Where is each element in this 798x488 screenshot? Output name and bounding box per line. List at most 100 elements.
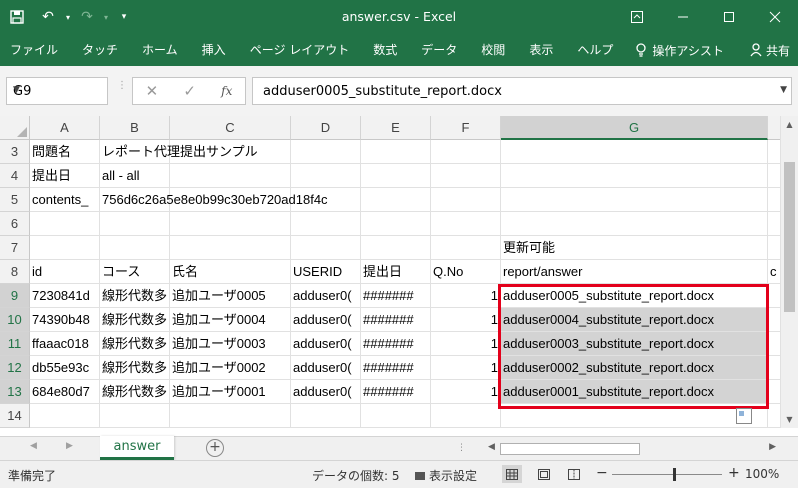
empty-cell[interactable]: [361, 404, 431, 428]
chevron-down-icon[interactable]: ▼: [13, 85, 104, 95]
empty-cell[interactable]: [170, 236, 291, 260]
enter-icon[interactable]: ✓: [183, 82, 196, 100]
formula-input[interactable]: adduser0005_substitute_report.docx ▼: [252, 77, 792, 105]
empty-cell[interactable]: [768, 212, 780, 236]
empty-cell[interactable]: [291, 164, 361, 188]
cell-a9[interactable]: 7230841d: [30, 284, 100, 308]
page-break-view-button[interactable]: [564, 465, 584, 483]
row-header-9[interactable]: 9: [0, 284, 30, 308]
empty-cell[interactable]: [431, 188, 501, 212]
cell-f13[interactable]: 1: [431, 380, 501, 404]
column-header-d[interactable]: D: [291, 116, 361, 140]
vertical-scroll-thumb[interactable]: [784, 162, 795, 312]
scroll-down-icon[interactable]: ▼: [781, 411, 798, 428]
cell-f12[interactable]: 1: [431, 356, 501, 380]
cell-c8[interactable]: 氏名: [170, 260, 291, 284]
cell-g11[interactable]: adduser0003_substitute_report.docx: [501, 332, 768, 356]
cell-b10[interactable]: 線形代数多: [100, 308, 170, 332]
empty-cell[interactable]: [361, 212, 431, 236]
cell-c10[interactable]: 追加ユーザ0004: [170, 308, 291, 332]
cell-c13[interactable]: 追加ユーザ0001: [170, 380, 291, 404]
tab-page-layout[interactable]: ページ レイアウト: [238, 34, 362, 66]
close-button[interactable]: [752, 0, 798, 34]
cell-a13[interactable]: 684e80d7: [30, 380, 100, 404]
cell-d11[interactable]: adduser0(: [291, 332, 361, 356]
cell-e11[interactable]: #######: [361, 332, 431, 356]
empty-cell[interactable]: [431, 236, 501, 260]
row-header-6[interactable]: 6: [0, 212, 30, 236]
empty-cell[interactable]: [291, 212, 361, 236]
empty-cell[interactable]: [768, 332, 780, 356]
minimize-button[interactable]: [660, 0, 706, 34]
quick-analysis-icon[interactable]: [736, 408, 752, 424]
column-header-c[interactable]: C: [170, 116, 291, 140]
status-count[interactable]: データの個数: 5: [312, 467, 400, 484]
cell-d10[interactable]: adduser0(: [291, 308, 361, 332]
empty-cell[interactable]: [501, 212, 768, 236]
empty-cell[interactable]: [361, 188, 431, 212]
name-box[interactable]: G9 ▼: [6, 77, 108, 105]
empty-cell[interactable]: [768, 236, 780, 260]
empty-cell[interactable]: [768, 404, 780, 428]
cell-b4[interactable]: all - all: [100, 164, 170, 188]
empty-cell[interactable]: [30, 236, 100, 260]
drag-handle-icon[interactable]: ⋮: [117, 81, 127, 91]
cell-b5[interactable]: 756d6c26a5e8e0b99c30eb720ad18f4c: [100, 188, 328, 212]
empty-cell[interactable]: [768, 356, 780, 380]
empty-cell[interactable]: [100, 212, 170, 236]
column-header-e[interactable]: E: [361, 116, 431, 140]
vertical-scrollbar[interactable]: ▲ ▼: [780, 116, 798, 428]
empty-cell[interactable]: [768, 284, 780, 308]
cell-a4[interactable]: 提出日: [30, 164, 100, 188]
cell-c11[interactable]: 追加ユーザ0003: [170, 332, 291, 356]
sheet-next-icon[interactable]: ▶: [66, 441, 73, 451]
empty-cell[interactable]: [768, 164, 780, 188]
row-header-5[interactable]: 5: [0, 188, 30, 212]
cell-g8[interactable]: report/answer: [501, 260, 768, 284]
row-header-4[interactable]: 4: [0, 164, 30, 188]
horizontal-scrollbar[interactable]: ◀ ▶: [486, 442, 778, 456]
empty-cell[interactable]: [30, 212, 100, 236]
tab-file[interactable]: ファイル: [0, 34, 70, 66]
empty-cell[interactable]: [768, 308, 780, 332]
cell-g12[interactable]: adduser0002_substitute_report.docx: [501, 356, 768, 380]
cell-a3[interactable]: 問題名: [30, 140, 100, 164]
row-header-12[interactable]: 12: [0, 356, 30, 380]
save-button[interactable]: [0, 0, 34, 34]
cell-a8[interactable]: id: [30, 260, 100, 284]
empty-cell[interactable]: [30, 404, 100, 428]
empty-cell[interactable]: [100, 236, 170, 260]
redo-button[interactable]: ↷: [74, 0, 100, 34]
empty-cell[interactable]: [170, 212, 291, 236]
tab-formulas[interactable]: 数式: [361, 34, 409, 66]
cancel-icon[interactable]: ✕: [146, 82, 159, 100]
cell-f10[interactable]: 1: [431, 308, 501, 332]
cell-e13[interactable]: #######: [361, 380, 431, 404]
row-header-7[interactable]: 7: [0, 236, 30, 260]
empty-cell[interactable]: [100, 404, 170, 428]
cell-g9[interactable]: adduser0005_substitute_report.docx: [501, 284, 768, 308]
cell-g7[interactable]: 更新可能: [501, 236, 768, 260]
worksheet-grid[interactable]: A B C D E F G 3 4 5 6 7 8 9 10 11 12 13 …: [0, 116, 780, 428]
restore-button[interactable]: [706, 0, 752, 34]
tab-insert[interactable]: 挿入: [190, 34, 238, 66]
column-header-b[interactable]: B: [100, 116, 170, 140]
scroll-right-icon[interactable]: ▶: [769, 442, 776, 452]
row-header-14[interactable]: 14: [0, 404, 30, 428]
empty-cell[interactable]: [501, 164, 768, 188]
cell-e12[interactable]: #######: [361, 356, 431, 380]
sheet-prev-icon[interactable]: ◀: [30, 441, 37, 451]
cell-a5[interactable]: contents_: [30, 188, 100, 212]
row-header-10[interactable]: 10: [0, 308, 30, 332]
more-icon[interactable]: ⋮: [457, 443, 466, 453]
zoom-in-icon[interactable]: +: [728, 465, 740, 481]
cell-g10[interactable]: adduser0004_substitute_report.docx: [501, 308, 768, 332]
cell-b12[interactable]: 線形代数多: [100, 356, 170, 380]
empty-cell[interactable]: [361, 164, 431, 188]
empty-cell[interactable]: [431, 164, 501, 188]
share-button[interactable]: 共有: [750, 34, 790, 66]
cell-d12[interactable]: adduser0(: [291, 356, 361, 380]
cell-f11[interactable]: 1: [431, 332, 501, 356]
row-header-11[interactable]: 11: [0, 332, 30, 356]
scroll-left-icon[interactable]: ◀: [488, 442, 495, 452]
